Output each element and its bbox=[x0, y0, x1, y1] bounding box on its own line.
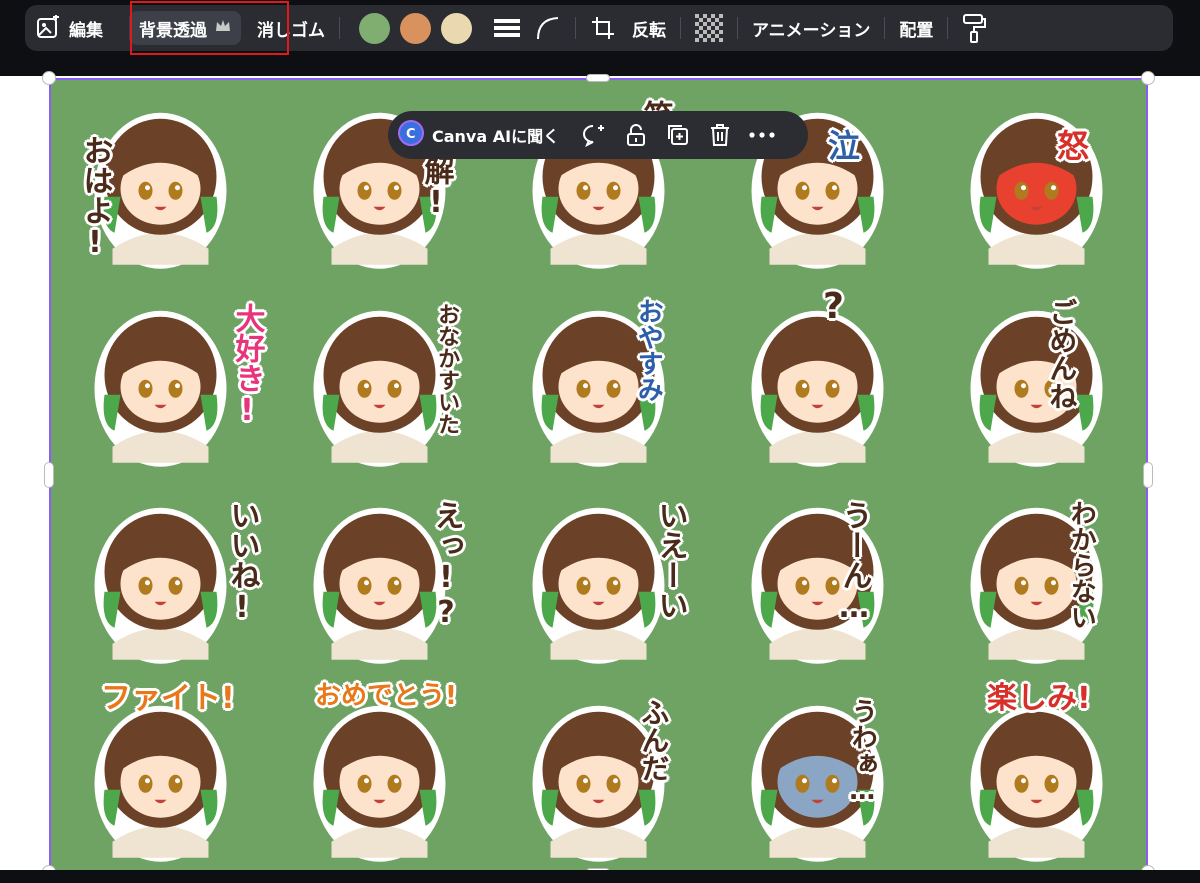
comment-add-icon[interactable] bbox=[577, 123, 611, 147]
crown-icon bbox=[215, 18, 231, 38]
more-options-icon[interactable] bbox=[745, 132, 779, 138]
sticker: うわぁ… bbox=[708, 673, 927, 871]
sticker: おなかすいた bbox=[270, 278, 489, 476]
color-swatch-cream[interactable] bbox=[441, 12, 472, 44]
editor-toolbar: 編集 背景透過 消しゴム 反転 アニメーション 配置 bbox=[25, 5, 1173, 51]
canva-ai-label: Canva AIに聞く bbox=[432, 127, 560, 146]
sticker-caption: 怒 bbox=[1057, 127, 1090, 165]
lock-icon[interactable] bbox=[619, 123, 653, 147]
eraser-label: 消しゴム bbox=[257, 20, 325, 41]
chibi-character-illustration bbox=[751, 310, 884, 467]
sticker-caption: おはよ! bbox=[77, 135, 113, 260]
sticker-caption: おやすみ bbox=[633, 297, 664, 402]
resize-handle-top[interactable] bbox=[586, 74, 610, 82]
svg-text:C: C bbox=[406, 127, 416, 142]
bg-remove-label: 背景透過 bbox=[139, 20, 207, 41]
sticker-caption: 泣 bbox=[828, 127, 861, 165]
sticker: えっ!? bbox=[270, 475, 489, 673]
sticker-sheet-image[interactable]: おはよ! 了解! 泣 怒 大好き! おなかすいた おやすみ ? ごめんね いいね… bbox=[49, 78, 1148, 872]
corner-rounding-icon[interactable] bbox=[535, 15, 561, 41]
flip-label: 反転 bbox=[632, 20, 666, 41]
trash-icon[interactable] bbox=[703, 123, 737, 147]
canva-ai-icon: C bbox=[398, 120, 424, 150]
sticker: いえーい bbox=[489, 475, 708, 673]
image-edit-icon bbox=[35, 15, 61, 41]
sticker-caption: ファイト! bbox=[101, 680, 235, 716]
sticker-caption: いいね! bbox=[224, 500, 260, 625]
background-remover-button[interactable]: 背景透過 bbox=[129, 11, 241, 45]
sticker: 了解! bbox=[270, 80, 489, 278]
sticker: おはよ! bbox=[51, 80, 270, 278]
chibi-character-illustration bbox=[532, 310, 665, 467]
sticker-caption: うーん… bbox=[836, 500, 872, 625]
chibi-character-illustration bbox=[313, 112, 446, 269]
canva-ai-button[interactable]: C Canva AIに聞く bbox=[398, 120, 559, 150]
sticker: 笑 bbox=[489, 80, 708, 278]
color-swatch-orange[interactable] bbox=[400, 12, 431, 44]
position-button[interactable]: 配置 bbox=[899, 5, 933, 51]
crop-icon[interactable] bbox=[590, 15, 616, 41]
edit-label: 編集 bbox=[69, 20, 103, 41]
chibi-character-illustration bbox=[751, 705, 884, 862]
chibi-character-illustration bbox=[532, 112, 665, 269]
sticker-caption: ? bbox=[823, 285, 844, 327]
sticker-caption: ごめんね bbox=[1045, 297, 1079, 410]
flip-button[interactable]: 反転 bbox=[632, 5, 666, 51]
sticker-caption: 大好き! bbox=[229, 302, 265, 428]
sticker: ふんだ bbox=[489, 673, 708, 871]
chibi-character-illustration bbox=[751, 507, 884, 664]
resize-handle-top-right[interactable] bbox=[1141, 71, 1155, 85]
position-label: 配置 bbox=[899, 20, 934, 41]
sticker: 泣 bbox=[708, 80, 927, 278]
border-style-icon[interactable] bbox=[493, 16, 521, 40]
chibi-character-illustration bbox=[532, 705, 665, 862]
sticker: ? bbox=[708, 278, 927, 476]
sticker-caption: いえーい bbox=[652, 500, 688, 620]
resize-handle-top-left[interactable] bbox=[42, 71, 56, 85]
sticker: ファイト! bbox=[51, 673, 270, 871]
sticker-caption: えっ!? bbox=[428, 500, 464, 630]
duplicate-icon[interactable] bbox=[661, 123, 695, 147]
divider bbox=[884, 17, 886, 39]
sticker: わからない bbox=[927, 475, 1146, 673]
sticker: いいね! bbox=[51, 475, 270, 673]
sticker-caption: 楽しみ! bbox=[987, 680, 1091, 716]
divider bbox=[737, 17, 738, 39]
color-swatch-green[interactable] bbox=[359, 12, 390, 44]
sticker: おやすみ bbox=[489, 278, 708, 476]
sticker-caption: おなかすいた bbox=[434, 302, 460, 435]
sticker: ごめんね bbox=[927, 278, 1146, 476]
chibi-character-illustration bbox=[970, 507, 1103, 664]
animation-label: アニメーション bbox=[752, 20, 871, 41]
resize-handle-right[interactable] bbox=[1143, 462, 1153, 488]
divider bbox=[947, 17, 949, 39]
paint-roller-icon[interactable] bbox=[962, 13, 987, 43]
sticker-caption: おめでとう! bbox=[315, 680, 457, 711]
bottom-band bbox=[0, 870, 1200, 883]
chibi-character-illustration bbox=[751, 112, 884, 269]
sticker-caption: うわぁ… bbox=[847, 697, 878, 806]
divider bbox=[339, 17, 340, 39]
sticker: 楽しみ! bbox=[927, 673, 1146, 871]
divider bbox=[575, 17, 576, 39]
sticker-caption: わからない bbox=[1066, 500, 1097, 630]
animation-button[interactable]: アニメーション bbox=[752, 5, 870, 51]
floating-context-menu: C Canva AIに聞く bbox=[388, 111, 808, 159]
sticker: 大好き! bbox=[51, 278, 270, 476]
edit-button[interactable]: 編集 bbox=[35, 5, 103, 51]
chibi-character-illustration bbox=[970, 112, 1103, 269]
sticker: 怒 bbox=[927, 80, 1146, 278]
eraser-button[interactable]: 消しゴム bbox=[257, 5, 325, 51]
transparency-icon[interactable] bbox=[695, 14, 723, 42]
sticker-caption: ふんだ bbox=[637, 697, 671, 782]
divider bbox=[680, 17, 681, 39]
resize-handle-left[interactable] bbox=[44, 462, 54, 488]
sticker: おめでとう! bbox=[270, 673, 489, 871]
sticker: うーん… bbox=[708, 475, 927, 673]
chibi-character-illustration bbox=[970, 310, 1103, 467]
